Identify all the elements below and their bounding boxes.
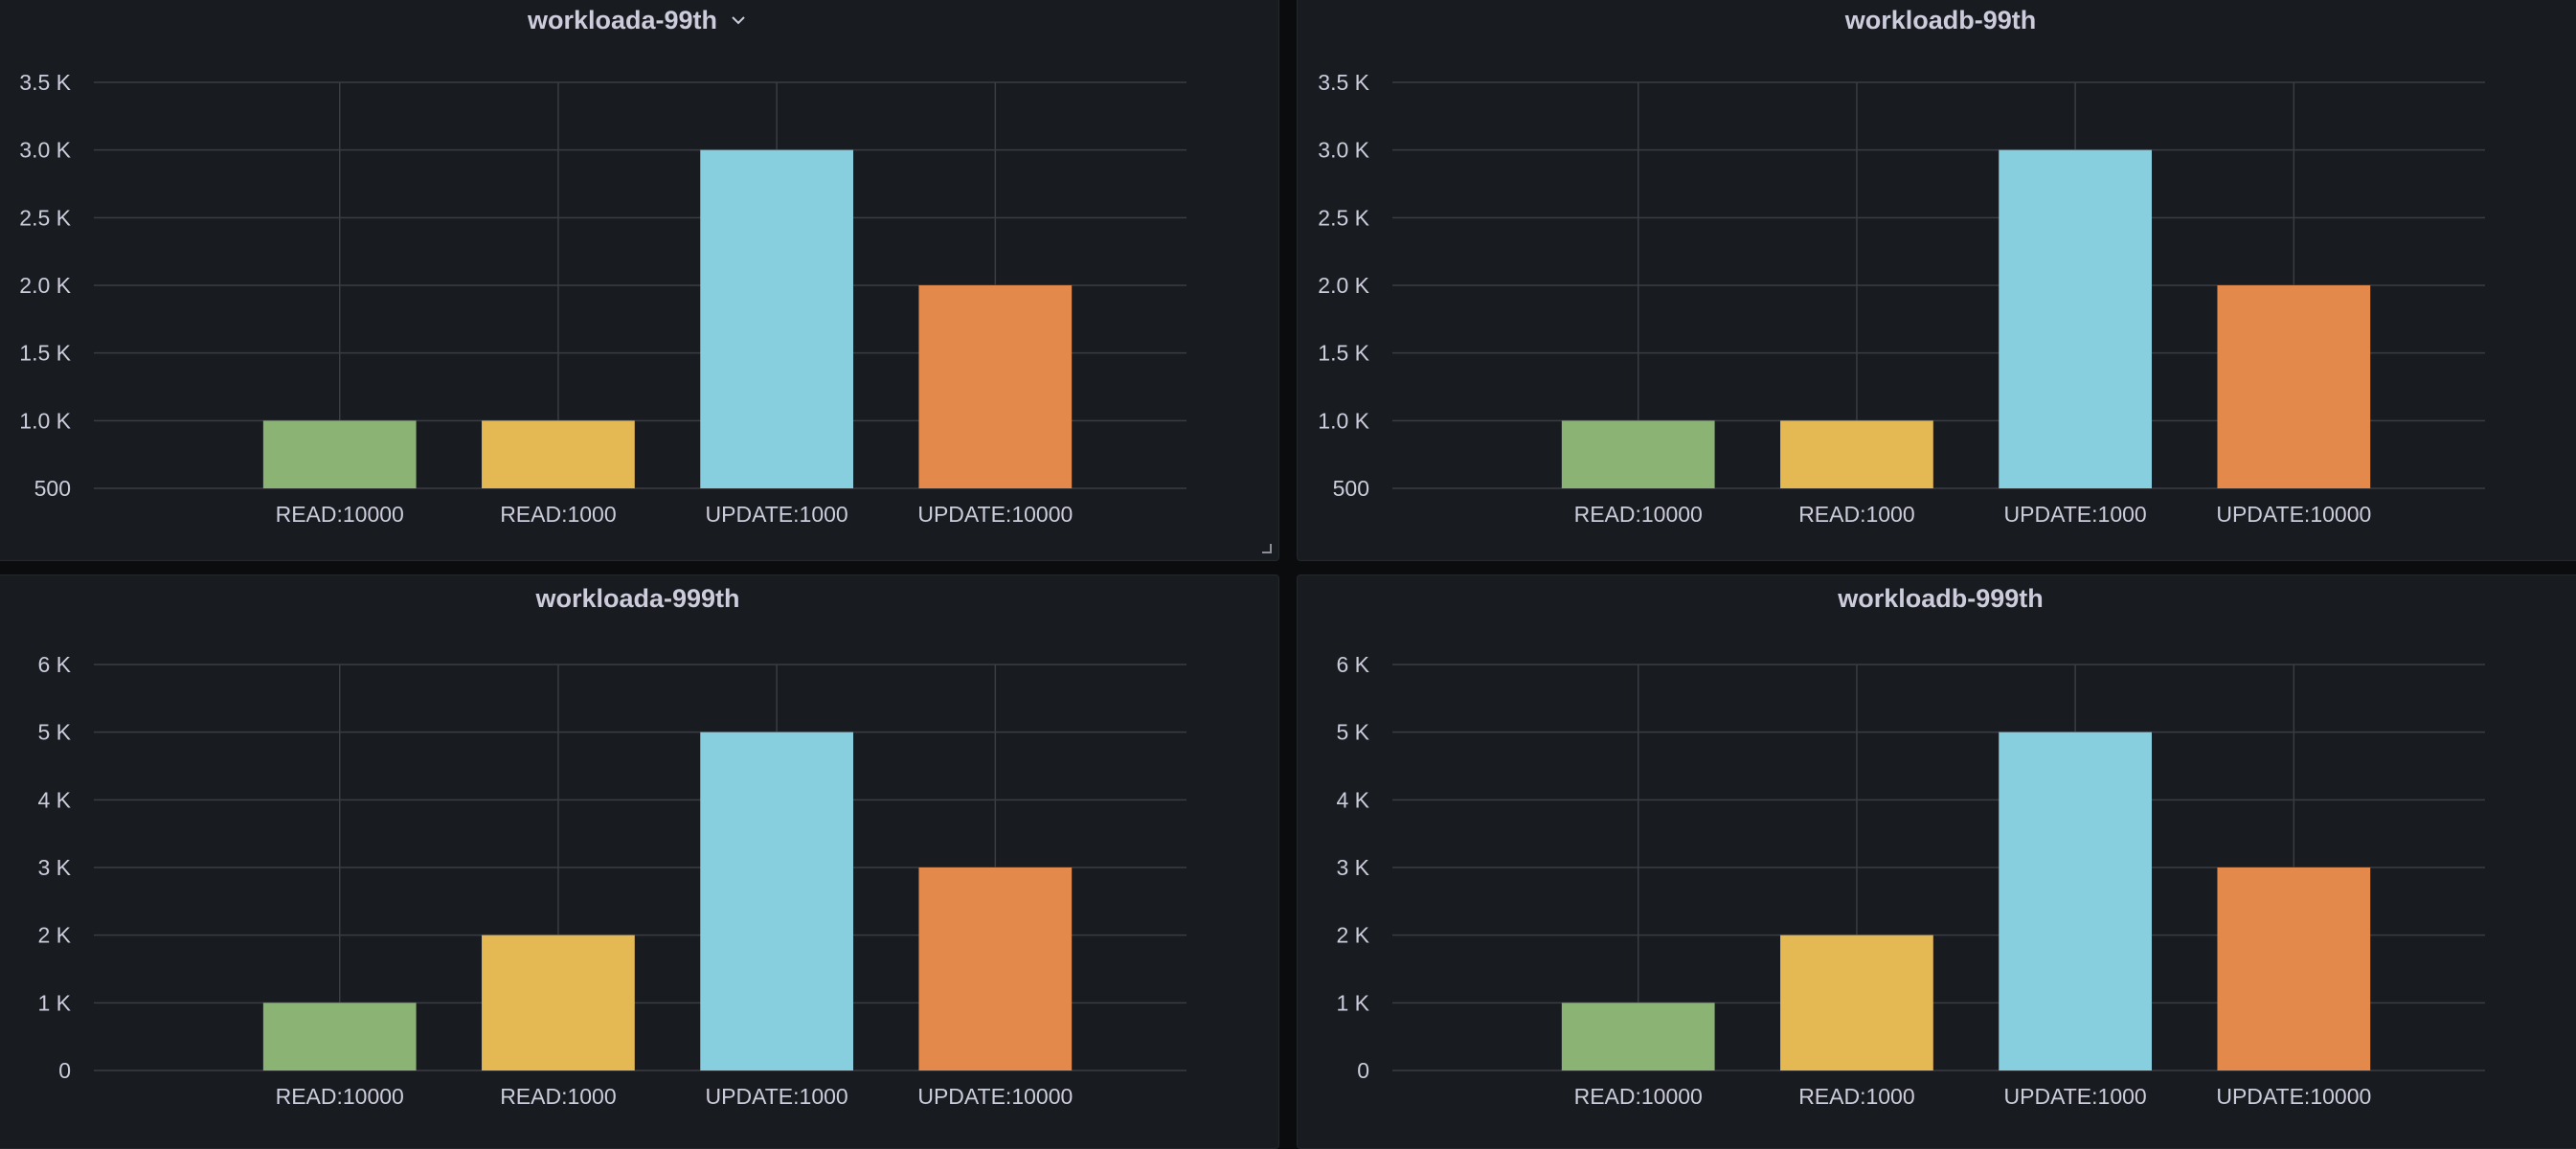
bar-read-10000[interactable] (262, 420, 417, 488)
bar-chart: 500 1.0 K 1.5 K 2.0 K 2.5 K 3.0 K 3.5 K READ:10… (19, 70, 1186, 527)
bar-update-10000[interactable] (2217, 285, 2371, 488)
panel-workloada-99th[interactable]: workloada-99th 500 1.0 K 1.5 K 2.0 K 2.5 K 3.… (0, 0, 1279, 561)
y-tick-label: 4 K (1336, 787, 1369, 812)
y-tick-label: 1 K (37, 990, 71, 1015)
y-tick-label: 2.0 K (1318, 273, 1369, 298)
y-tick-label: 2.0 K (19, 273, 71, 298)
x-tick-label: READ:1000 (500, 502, 616, 527)
x-tick-label: UPDATE:10000 (917, 1084, 1073, 1109)
y-tick-label: 1.5 K (19, 341, 71, 366)
x-tick-label: READ:1000 (500, 1084, 616, 1109)
bar-chart: 0 1 K 2 K 3 K 4 K 5 K 6 K READ:10000 READ:1000 UP… (1336, 652, 2485, 1109)
x-tick-label: UPDATE:1000 (706, 502, 848, 527)
resize-handle-icon[interactable] (1259, 541, 1273, 554)
y-tick-label: 2.5 K (1318, 205, 1369, 230)
y-tick-label: 5 K (37, 720, 71, 745)
y-tick-label: 6 K (1336, 652, 1369, 677)
bar-chart: 0 1 K 2 K 3 K 4 K 5 K 6 K READ:10000 READ:1000 UP… (37, 652, 1186, 1109)
bar-update-1000[interactable] (1999, 732, 2152, 1070)
panel-workloadb-999th[interactable]: workloadb-999th 01 K2 K3 K4 K5 K6 K READ:… (1297, 574, 2576, 1149)
y-tick-label: 500 (1333, 476, 1369, 501)
y-tick-label: 0 (58, 1058, 71, 1083)
x-tick-label: READ:10000 (276, 1084, 404, 1109)
bar-update-10000[interactable] (918, 867, 1073, 1070)
y-tick-label: 4 K (37, 787, 71, 812)
y-tick-label: 2 K (37, 923, 71, 948)
x-tick-label: READ:1000 (1798, 502, 1914, 527)
bar-read-10000[interactable] (1561, 1003, 1715, 1070)
x-tick-label: UPDATE:1000 (2004, 1084, 2147, 1109)
x-tick-label: UPDATE:1000 (706, 1084, 848, 1109)
y-tick-label: 1.0 K (1318, 408, 1369, 433)
y-tick-label: 2 K (1336, 923, 1369, 948)
x-tick-label: UPDATE:10000 (2216, 1084, 2371, 1109)
bar-read-10000[interactable] (262, 1003, 417, 1070)
x-tick-label: READ:10000 (276, 502, 404, 527)
bar-chart: 500 1.0 K 1.5 K 2.0 K 2.5 K 3.0 K 3.5 K READ:10… (1318, 70, 2485, 527)
x-tick-label: READ:10000 (1574, 1084, 1703, 1109)
y-tick-label: 3.5 K (1318, 70, 1369, 95)
y-tick-label: 2.5 K (19, 205, 71, 230)
bar-read-1000[interactable] (1780, 935, 1933, 1070)
y-tick-label: 0 (1357, 1058, 1369, 1083)
panel-workloada-999th[interactable]: workloada-999th 01 K2 K3 K4 K5 K6 K READ:… (0, 574, 1279, 1149)
y-tick-label: 1.5 K (1318, 341, 1369, 366)
bar-update-10000[interactable] (918, 285, 1073, 488)
x-tick-label: UPDATE:10000 (2216, 502, 2371, 527)
x-tick-label: UPDATE:1000 (2004, 502, 2147, 527)
y-tick-label: 1 K (1336, 990, 1369, 1015)
y-tick-label: 3 K (1336, 855, 1369, 880)
y-tick-label: 500 (34, 476, 71, 501)
x-tick-label: READ:10000 (1574, 502, 1703, 527)
y-tick-label: 3.0 K (1318, 138, 1369, 163)
bar-update-1000[interactable] (1999, 149, 2152, 488)
panel-workloadb-99th[interactable]: workloadb-99th 500 1.0 K 1.5 K 2.0 K 2.5 K 3.… (1297, 0, 2576, 561)
bar-read-10000[interactable] (1561, 420, 1715, 488)
y-tick-label: 3.0 K (19, 138, 71, 163)
bar-update-1000[interactable] (700, 732, 853, 1070)
bar-read-1000[interactable] (1780, 420, 1933, 488)
y-tick-label: 1.0 K (19, 408, 71, 433)
y-tick-label: 6 K (37, 652, 71, 677)
bar-update-10000[interactable] (2217, 867, 2371, 1070)
y-tick-label: 3.5 K (19, 70, 71, 95)
bar-update-1000[interactable] (700, 149, 853, 488)
x-tick-label: READ:1000 (1798, 1084, 1914, 1109)
x-tick-label: UPDATE:10000 (917, 502, 1073, 527)
bar-read-1000[interactable] (482, 420, 635, 488)
y-tick-label: 5 K (1336, 720, 1369, 745)
bar-read-1000[interactable] (482, 935, 635, 1070)
y-tick-label: 3 K (37, 855, 71, 880)
